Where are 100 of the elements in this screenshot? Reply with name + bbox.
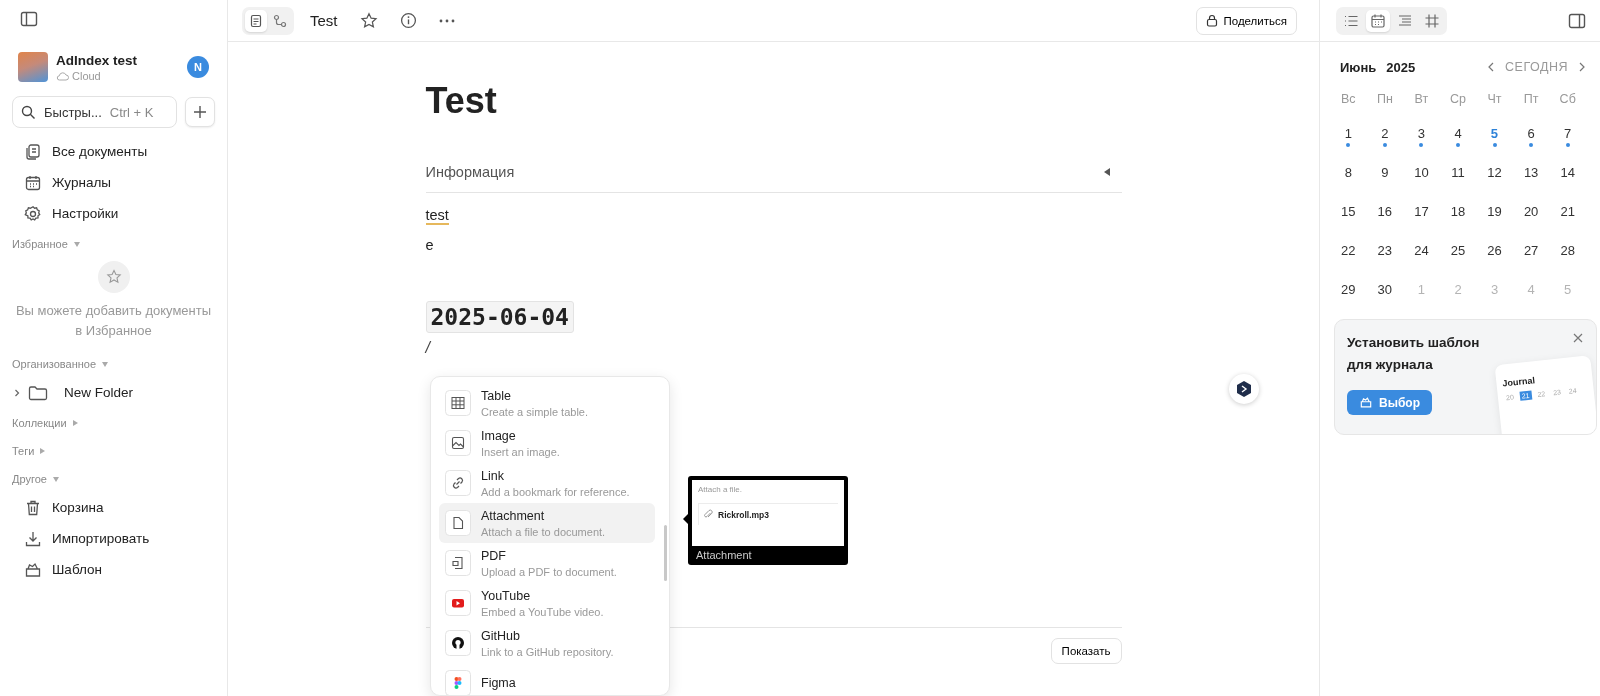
choose-button[interactable]: Выбор [1347,390,1432,415]
table-icon [445,390,471,416]
calendar-day[interactable]: 24 [1414,243,1429,258]
new-doc-button[interactable] [185,97,215,127]
trash-icon [24,498,42,517]
chevron-icon[interactable] [12,387,22,398]
preview-hint: Attach a file. [698,485,744,494]
attachment-icon [445,510,471,536]
nav-item[interactable]: Журналы [12,167,215,198]
calendar-day[interactable]: 30 [1377,282,1393,297]
section-header[interactable]: Теги [12,438,215,464]
assistant-button[interactable] [1229,374,1259,404]
calendar-day[interactable]: 21 [1560,204,1575,219]
nav-item[interactable]: Шаблон [12,554,215,585]
calendar-day[interactable]: 26 [1487,243,1502,258]
menu-item[interactable]: Figma [439,663,655,695]
more-icon[interactable] [438,18,455,23]
caret-icon [72,420,78,426]
documents-icon [24,142,42,161]
favorite-star-icon[interactable] [359,11,378,30]
calendar-day[interactable]: 16 [1377,204,1393,219]
menu-item[interactable]: GitHub Link to a GitHub repository. [439,623,655,663]
calendar-day[interactable]: 28 [1560,243,1575,258]
text-line: test [425,206,449,225]
calendar-day[interactable]: 17 [1414,204,1429,219]
share-button[interactable]: Поделиться [1196,6,1297,35]
menu-item-title: GitHub [481,628,521,643]
nodes-icon [273,13,287,28]
calendar-day[interactable]: 12 [1487,165,1502,180]
paperclip-icon [703,509,713,520]
menu-item-description: Insert an image. [481,445,560,458]
menu-item-title: Image [481,428,517,443]
calendar-day[interactable]: 4 [1454,126,1462,141]
calendar-day[interactable]: 5 [1490,126,1499,141]
section-header[interactable]: Избранное [12,231,215,257]
calendar-day[interactable]: 22 [1341,243,1356,258]
user-avatar[interactable]: N [187,56,209,78]
calendar-day[interactable]: 7 [1564,126,1572,141]
caret-icon [52,476,59,482]
panel-toggle-icon[interactable] [1568,11,1586,30]
calendar-day[interactable]: 8 [1344,165,1352,180]
calendar-day[interactable]: 27 [1523,243,1539,258]
calendar-day[interactable]: 29 [1341,282,1356,297]
calendar-day[interactable]: 11 [1451,165,1465,180]
sidebar-toggle-icon[interactable] [20,10,38,28]
caret-icon [102,361,109,367]
menu-item[interactable]: YouTube Embed a YouTube video. [439,583,655,623]
show-button[interactable]: Показать [1050,638,1122,664]
calendar-day[interactable]: 10 [1414,165,1429,180]
close-icon[interactable] [1573,333,1583,343]
preview-caption: Attachment [695,548,753,563]
image-icon [445,430,471,456]
calendar-day[interactable]: 2 [1381,126,1389,141]
document-icon [249,13,263,28]
quick-search-field[interactable]: Быстры... Ctrl + K [12,96,177,128]
folder-item[interactable]: New Folder [12,377,215,408]
calendar-day[interactable]: 15 [1341,204,1356,219]
calendar-day[interactable]: 3 [1417,126,1426,141]
page-mode-button[interactable] [245,9,267,32]
menu-item-title: PDF [481,548,507,563]
nav-item[interactable]: Импортировать [12,523,215,554]
menu-item-description: Add a bookmark for reference. [481,485,630,498]
calendar-day[interactable]: 6 [1527,126,1535,141]
section-header[interactable]: Другое [12,466,215,492]
workspace-name: AdIndex test [56,52,138,68]
next-month-icon[interactable] [1578,62,1586,72]
menu-item[interactable]: Table Create a simple table. [439,383,655,423]
calendar-day[interactable]: 20 [1523,204,1539,219]
empty-favorites-text: Вы можете добавить документы в Избранное [14,302,213,340]
journal-tab[interactable] [1366,9,1390,32]
nav-item[interactable]: Все документы [12,136,215,167]
calendar-month[interactable]: Июнь [1340,59,1377,75]
info-label[interactable]: Информация [425,164,515,180]
menu-item-title: Link [481,468,505,483]
calendar-year[interactable]: 2025 [1386,59,1416,75]
collapse-icon[interactable] [1103,168,1110,176]
previous-month-icon[interactable] [1487,62,1496,72]
calendar-day[interactable]: 23 [1377,243,1393,258]
calendar-day[interactable]: 18 [1450,204,1466,219]
nav-item[interactable]: Корзина [12,492,215,523]
calendar-day[interactable]: 1 [1344,126,1352,141]
calendar-day[interactable]: 14 [1560,165,1575,180]
menu-item[interactable]: Link Add a bookmark for reference. [439,463,655,503]
menu-item[interactable]: PDF Upload a PDF to document. [439,543,655,583]
calendar-day[interactable]: 9 [1381,165,1389,180]
calendar-day[interactable]: 19 [1487,204,1502,219]
calendar-day[interactable]: 13 [1523,165,1539,180]
menu-item[interactable]: Attachment Attach a file to document. [439,503,655,543]
info-icon[interactable] [399,12,417,29]
workspace-subtitle: Cloud [72,69,101,82]
calendar-day[interactable]: 25 [1450,243,1466,258]
caret-icon [73,241,80,247]
section-header[interactable]: Организованное [12,351,215,377]
nav-item[interactable]: Настройки [12,198,215,229]
file-name: Rickroll.mp3 [718,509,770,520]
plus-icon [193,105,207,119]
text-line: e [425,236,434,253]
menu-item[interactable]: Image Insert an image. [439,423,655,463]
section-header[interactable]: Коллекции [12,410,215,436]
hash-icon [1424,12,1440,29]
